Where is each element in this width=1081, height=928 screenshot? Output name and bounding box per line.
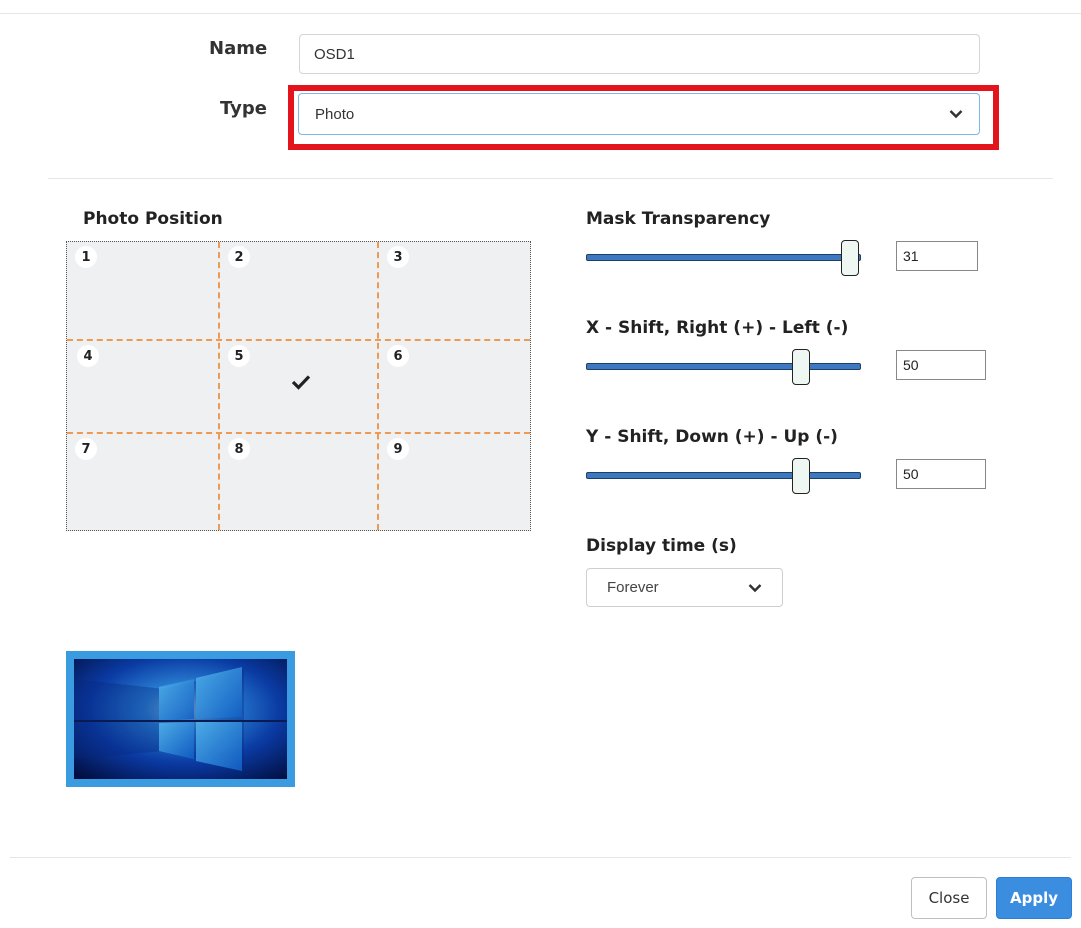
position-cell-4[interactable]: 4 (77, 345, 99, 367)
windows-wallpaper-image (74, 659, 287, 779)
photo-position-label: Photo Position (83, 209, 223, 229)
y-shift-input[interactable]: 50 (896, 459, 986, 489)
position-cell-3[interactable]: 3 (387, 246, 409, 268)
grid-divider-vertical-2 (377, 242, 379, 530)
section-divider (48, 178, 1053, 179)
mask-transparency-slider-thumb[interactable] (841, 240, 859, 276)
type-select[interactable]: Photo (298, 93, 980, 135)
display-time-label: Display time (s) (586, 536, 737, 556)
position-cell-8[interactable]: 8 (228, 438, 250, 460)
mask-transparency-label: Mask Transparency (586, 209, 771, 229)
chevron-down-icon (748, 583, 762, 592)
position-cell-7[interactable]: 7 (75, 438, 97, 460)
type-label: Type (220, 98, 267, 119)
chevron-down-icon (949, 110, 963, 119)
grid-divider-horizontal-2 (67, 432, 530, 434)
name-label: Name (209, 38, 268, 59)
position-cell-6[interactable]: 6 (387, 345, 409, 367)
position-cell-1[interactable]: 1 (75, 246, 97, 268)
position-cell-2[interactable]: 2 (228, 246, 250, 268)
name-input[interactable]: OSD1 (299, 34, 980, 74)
x-shift-label: X - Shift, Right (+) - Left (-) (586, 318, 849, 338)
display-time-select-value: Forever (607, 579, 659, 596)
display-time-select[interactable]: Forever (586, 568, 783, 607)
apply-button[interactable]: Apply (996, 877, 1072, 919)
checkmark-icon (291, 375, 311, 390)
mask-transparency-slider-track[interactable] (586, 254, 861, 261)
grid-divider-vertical-1 (218, 242, 220, 530)
y-shift-label: Y - Shift, Down (+) - Up (-) (586, 427, 838, 447)
photo-position-grid[interactable]: 1 2 3 4 5 6 7 8 9 (66, 241, 531, 531)
photo-thumbnail[interactable] (66, 651, 295, 787)
footer-divider (10, 857, 1071, 858)
mask-transparency-input[interactable]: 31 (896, 241, 978, 271)
top-divider (0, 13, 1081, 14)
y-shift-slider-thumb[interactable] (792, 458, 810, 494)
x-shift-slider-thumb[interactable] (792, 349, 810, 385)
position-cell-9[interactable]: 9 (387, 438, 409, 460)
position-cell-5[interactable]: 5 (228, 345, 250, 367)
type-select-value: Photo (315, 105, 355, 123)
close-button[interactable]: Close (911, 877, 987, 919)
x-shift-input[interactable]: 50 (896, 350, 986, 380)
y-shift-slider-track[interactable] (586, 472, 861, 479)
grid-divider-horizontal-1 (67, 339, 530, 341)
x-shift-slider-track[interactable] (586, 363, 861, 370)
